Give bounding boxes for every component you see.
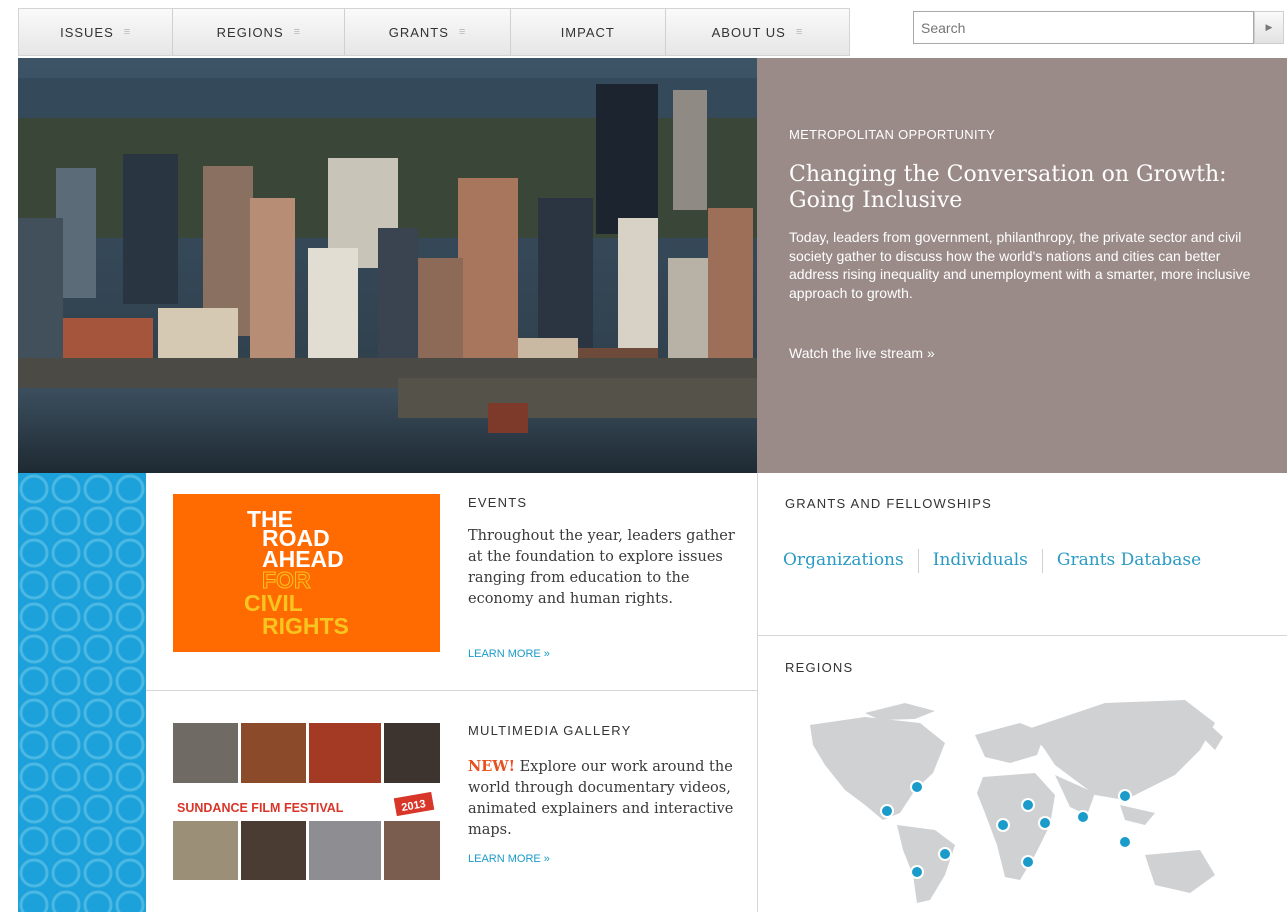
events-description: Throughout the year, leaders gather at t… [468,528,735,607]
new-tag: NEW! [468,758,515,775]
map-marker[interactable] [938,847,952,861]
nav-item-about-us[interactable]: ABOUT US ≡ [666,9,849,55]
events-learn-more-link[interactable]: LEARN MORE » [468,648,550,660]
world-map-illustration [810,700,1223,903]
hero-kicker[interactable]: METROPOLITAN OPPORTUNITY [789,127,995,142]
link-separator [1041,548,1043,573]
decorative-blue-strip [18,473,146,912]
search-submit-button[interactable]: ▶ [1254,11,1284,44]
map-marker[interactable] [1118,789,1132,803]
map-marker[interactable] [910,865,924,879]
map-marker[interactable] [1021,798,1035,812]
menu-icon: ≡ [795,26,804,38]
search-box [913,11,1254,44]
multimedia-description: NEW! Explore our work around the world t… [468,756,753,841]
regions-world-map[interactable] [805,695,1225,905]
watch-live-stream-link[interactable]: Watch the live stream » [789,345,935,361]
map-marker[interactable] [1076,810,1090,824]
sundance-film-festival-collage: SUNDANCE FILM FESTIVAL 2013 [173,723,440,880]
nav-label: IMPACT [560,24,615,40]
organizations-link[interactable]: Organizations [783,550,904,570]
sundance-banner-text: SUNDANCE FILM FESTIVAL [177,801,344,815]
circle-pattern [18,473,146,912]
column-divider [757,473,758,912]
hero-title[interactable]: Changing the Conversation on Growth: Goi… [789,162,1259,214]
road-ahead-civil-rights-poster: THE ROAD AHEAD FOR CIVIL RIGHTS [173,494,440,652]
map-marker[interactable] [1038,816,1052,830]
hero-feature-panel: METROPOLITAN OPPORTUNITY Changing the Co… [757,58,1287,473]
events-heading[interactable]: EVENTS [468,495,527,510]
nav-label: REGIONS [216,24,284,40]
map-marker[interactable] [880,804,894,818]
section-divider [757,635,1287,636]
nav-label: GRANTS [388,24,449,40]
hero-city-image[interactable] [18,58,757,473]
map-marker[interactable] [1118,835,1132,849]
triangle-right-icon: ▶ [1265,22,1273,32]
grants-links: Organizations Individuals Grants Database [770,548,1210,573]
poster-line-6: RIGHTS [262,613,349,639]
multimedia-learn-more-link[interactable]: LEARN MORE » [468,853,550,865]
city-skyline-illustration [18,58,757,473]
nav-item-grants[interactable]: GRANTS ≡ [345,9,511,55]
menu-icon: ≡ [293,26,302,38]
multimedia-thumbnail[interactable]: SUNDANCE FILM FESTIVAL 2013 [173,723,440,880]
nav-item-issues[interactable]: ISSUES ≡ [19,9,174,55]
map-marker[interactable] [910,780,924,794]
individuals-link[interactable]: Individuals [933,550,1028,570]
link-separator [917,548,919,573]
hero-body: Today, leaders from government, philanth… [789,229,1251,301]
nav-label: ABOUT US [711,24,786,40]
section-divider [146,690,757,691]
grants-heading[interactable]: GRANTS AND FELLOWSHIPS [785,496,992,511]
main-nav: ISSUES ≡ REGIONS ≡ GRANTS ≡ IMPACT ABOUT… [18,8,850,56]
regions-heading[interactable]: REGIONS [785,660,853,675]
map-marker[interactable] [1021,855,1035,869]
search-input[interactable] [914,12,1228,43]
menu-icon: ≡ [123,26,132,38]
nav-item-regions[interactable]: REGIONS ≡ [173,9,346,55]
menu-icon: ≡ [458,26,467,38]
nav-label: ISSUES [60,24,114,40]
nav-item-impact[interactable]: IMPACT [511,9,666,55]
grants-database-link[interactable]: Grants Database [1057,550,1201,570]
multimedia-heading[interactable]: MULTIMEDIA GALLERY [468,723,631,738]
map-marker[interactable] [996,818,1010,832]
events-thumbnail[interactable]: THE ROAD AHEAD FOR CIVIL RIGHTS [173,494,440,652]
